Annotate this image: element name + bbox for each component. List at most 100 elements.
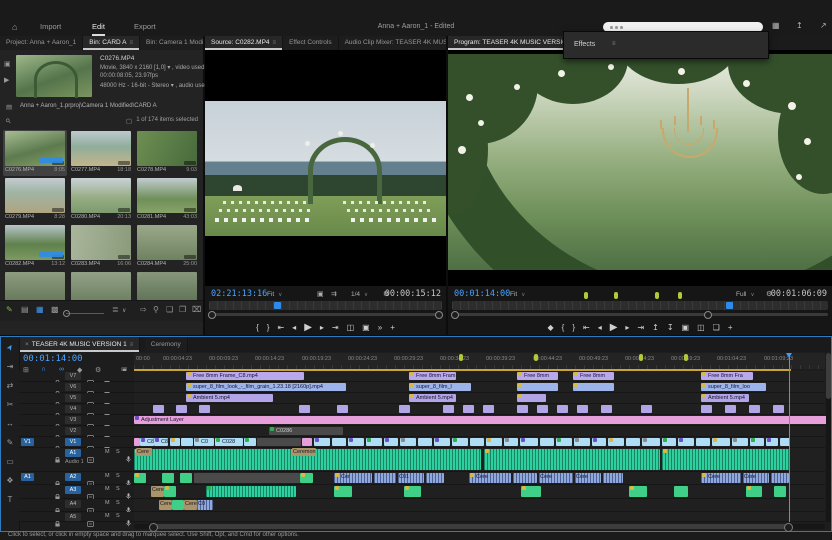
- timeline-clip[interactable]: Free 8mm: [517, 372, 558, 380]
- list-view-button[interactable]: ▤: [21, 305, 29, 314]
- timeline-clip[interactable]: [608, 438, 624, 446]
- timeline-clip[interactable]: [749, 405, 760, 413]
- timeline-clip[interactable]: Cere: [701, 473, 741, 483]
- timeline-clip[interactable]: [484, 449, 660, 470]
- timeline-clip[interactable]: Ambient 5.mp4: [409, 394, 456, 402]
- panel-menu-icon[interactable]: ≡: [273, 40, 277, 46]
- timeline-clip[interactable]: [443, 405, 454, 413]
- step-forward-button[interactable]: ▸: [625, 323, 629, 332]
- sort-icon[interactable]: ≣: [112, 305, 119, 314]
- bin-item[interactable]: C0277.MP418:18: [69, 130, 133, 176]
- sort-chevron-icon[interactable]: ∨: [122, 307, 126, 314]
- button-editor[interactable]: +: [390, 323, 395, 332]
- automate-to-sequence-button[interactable]: ⇨: [140, 305, 147, 314]
- sequence-marker[interactable]: [614, 292, 618, 299]
- play-button[interactable]: ▶: [610, 322, 618, 333]
- timeline-clip[interactable]: [194, 473, 300, 483]
- timeline-timecode[interactable]: 00:01:14:00: [23, 354, 83, 364]
- tab-sequence-teaser[interactable]: ×TEASER 4K MUSIC VERSION 1≡: [19, 337, 140, 352]
- timeline-clip[interactable]: [314, 438, 330, 446]
- timeline-clip[interactable]: [452, 438, 468, 446]
- camera-icon[interactable]: ▣: [4, 60, 11, 68]
- sequence-marker[interactable]: [655, 292, 659, 299]
- comparison-view-button[interactable]: ◫: [697, 323, 705, 332]
- timeline-clip[interactable]: [483, 405, 494, 413]
- timeline-clip[interactable]: [701, 405, 712, 413]
- find-button[interactable]: ⚲: [153, 305, 159, 314]
- playback-res-icon[interactable]: ⇉: [331, 290, 337, 298]
- go-to-out-button[interactable]: ⇥: [637, 323, 644, 332]
- solo-button[interactable]: S: [116, 500, 120, 506]
- program-video-frame[interactable]: [448, 54, 832, 270]
- sequence-marker[interactable]: [678, 292, 682, 299]
- add-marker-button[interactable]: ◆: [547, 323, 553, 332]
- timeline-clip[interactable]: [662, 449, 790, 470]
- timeline-clip[interactable]: [299, 405, 310, 413]
- track-label-v5[interactable]: V5: [65, 394, 81, 402]
- workspaces-button[interactable]: ▦: [772, 21, 780, 30]
- timeline-clip[interactable]: [774, 486, 786, 497]
- timeline-clip[interactable]: [404, 486, 421, 497]
- timeline-clip[interactable]: [517, 394, 546, 402]
- timeline-clip[interactable]: Free 8mm: [573, 372, 614, 380]
- timeline-clip[interactable]: [181, 438, 193, 446]
- timeline-clip[interactable]: [674, 486, 688, 497]
- timeline-clip[interactable]: [573, 383, 614, 391]
- close-icon[interactable]: ×: [25, 341, 29, 348]
- timeline-clip[interactable]: Ceremon: [292, 448, 316, 456]
- timeline-clip[interactable]: [746, 486, 762, 497]
- add-marker-icon[interactable]: ◆: [77, 366, 82, 374]
- go-to-out-button[interactable]: ⇥: [332, 323, 339, 332]
- timeline-clip[interactable]: [513, 473, 537, 483]
- timeline-clip[interactable]: Cer: [334, 473, 372, 483]
- new-bin-button[interactable]: ❏: [166, 305, 173, 314]
- timeline-clip[interactable]: [537, 405, 548, 413]
- bin-item[interactable]: C0281.MP443:03: [135, 177, 199, 223]
- timeline-clip[interactable]: [696, 438, 710, 446]
- timeline-clip[interactable]: [556, 438, 572, 446]
- timeline-clip[interactable]: [592, 438, 606, 446]
- program-zoom-bar[interactable]: [452, 313, 828, 316]
- source-zoom-select[interactable]: Fit∨: [267, 291, 282, 298]
- program-resolution-select[interactable]: Full∨: [736, 291, 755, 298]
- timeline-clip[interactable]: [712, 438, 730, 446]
- timeline-clip[interactable]: Cere: [539, 473, 573, 483]
- sync-lock-icon[interactable]: [87, 514, 94, 532]
- track-lane-v7[interactable]: Free 8mm Frame_C8.mp4Free 8mm FramFree 8…: [134, 371, 825, 382]
- timeline-clip[interactable]: C8_: [154, 438, 168, 446]
- solo-button[interactable]: S: [116, 486, 120, 492]
- razor-tool[interactable]: ✂: [1, 400, 19, 409]
- timeline-playhead[interactable]: [789, 353, 790, 522]
- source-tab-2[interactable]: Audio Clip Mixer: TEASER 4K MUSIC VERSI: [339, 36, 446, 50]
- bin-item[interactable]: C0283.MP416:06: [69, 224, 133, 270]
- timeline-clip[interactable]: [170, 438, 180, 446]
- timeline-clip[interactable]: Cere: [575, 473, 601, 483]
- track-lane-v2[interactable]: C0286: [134, 426, 825, 437]
- track-label-v2[interactable]: V2: [65, 427, 81, 435]
- new-item-button[interactable]: ❐: [179, 305, 186, 314]
- filter-bin-icon[interactable]: ▢: [126, 117, 132, 125]
- timeline-clip[interactable]: Free 8mm Fram: [409, 372, 456, 380]
- go-to-in-button[interactable]: ⇤: [583, 323, 590, 332]
- timeline-clip[interactable]: [374, 473, 396, 483]
- track-lane-v6[interactable]: super_8_film_look_-_film_grain_1.23.18 […: [134, 382, 825, 393]
- mute-button[interactable]: M: [105, 513, 110, 519]
- play-icon[interactable]: ▶: [4, 76, 9, 84]
- voiceover-mic-icon[interactable]: [126, 514, 131, 532]
- program-zoom-select[interactable]: Fit∨: [510, 291, 525, 298]
- timeline-clip[interactable]: [199, 405, 210, 413]
- timeline-clip[interactable]: [176, 405, 187, 413]
- timeline-clip[interactable]: super_8_film_look_-_film_grain_1.23.18 […: [186, 383, 346, 391]
- timeline-clip[interactable]: [399, 405, 410, 413]
- timeline-clip[interactable]: [418, 438, 432, 446]
- tab-sequence-ceremony[interactable]: Ceremony: [145, 337, 188, 352]
- insert-overwrite-settings-icon[interactable]: ⊞: [23, 366, 29, 374]
- play-button[interactable]: ▶: [304, 322, 312, 333]
- track-label-a1[interactable]: A1: [65, 449, 81, 457]
- timeline-clip[interactable]: [366, 438, 382, 446]
- timeline-clip[interactable]: super_8_film_l: [409, 383, 471, 391]
- bin-item[interactable]: C0284.MP425:00: [135, 224, 199, 270]
- pen-tool[interactable]: ✎: [1, 438, 19, 447]
- track-lane-a2[interactable]: CerC01CereCereCereCereCere: [134, 472, 825, 485]
- panel-menu-icon[interactable]: ≡: [130, 40, 134, 46]
